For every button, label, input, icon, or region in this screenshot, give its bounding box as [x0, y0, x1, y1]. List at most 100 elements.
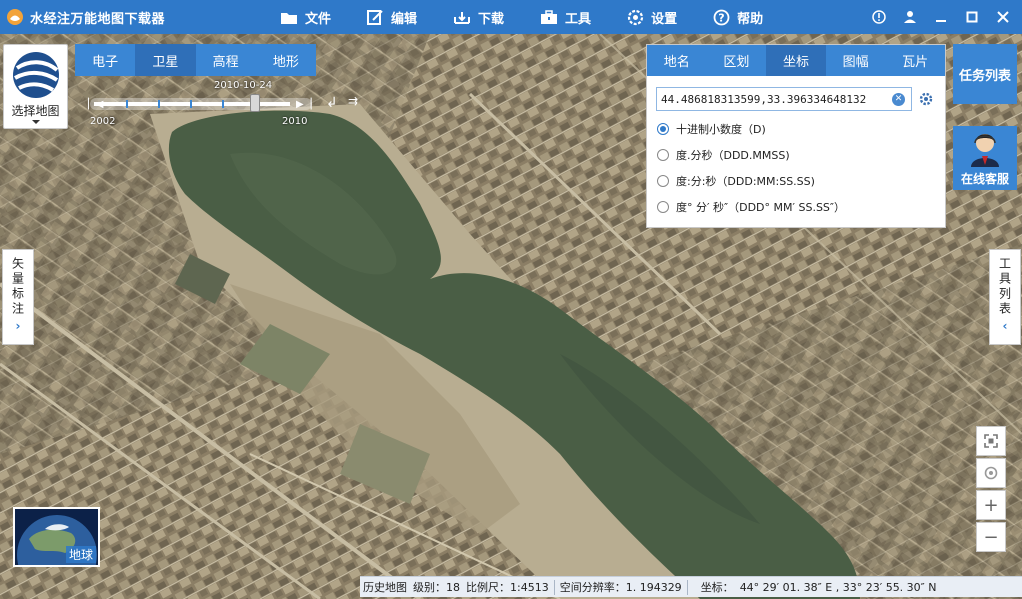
layer-tabs: 电子 卫星 高程 地形 [75, 44, 316, 76]
menu-file[interactable]: 文件 [280, 0, 331, 34]
timeline-end-button[interactable]: ▶▕ [296, 99, 311, 110]
timeline-tick [222, 100, 224, 108]
format-option-colon[interactable]: 度:分:秒（DDD:MM:SS.SS) [647, 168, 945, 194]
plus-icon: + [983, 494, 999, 516]
online-service-button[interactable]: 在线客服 [953, 126, 1017, 190]
radio-icon [657, 201, 669, 213]
map-view[interactable]: 选择地图 电子 卫星 高程 地形 2010-10-24 ▏◀ ▶▕ 2002 2… [0, 34, 1022, 599]
chevron-down-icon [31, 120, 40, 124]
globe-logo-icon [12, 52, 59, 98]
clear-input-icon[interactable]: ✕ [892, 93, 905, 106]
vector-annotation-tab[interactable]: 矢量标注 › [2, 249, 34, 345]
divider [686, 579, 688, 595]
search-panel: 地名 区划 坐标 图幅 瓦片 ✕ 十进制小数度（D) 度.分秒（DDD.MMSS… [646, 44, 946, 228]
gear-icon[interactable] [919, 92, 933, 106]
edit-icon [367, 9, 383, 25]
customer-service-icon [971, 134, 999, 167]
target-icon [984, 466, 998, 480]
tab-tile[interactable]: 瓦片 [885, 45, 945, 76]
zoom-in-button[interactable]: + [976, 490, 1006, 520]
menu-help-label: 帮助 [737, 11, 764, 27]
chevron-left-icon: ‹ [1002, 319, 1008, 333]
search-panel-tabs: 地名 区划 坐标 图幅 瓦片 [647, 45, 945, 76]
fullscreen-button[interactable] [976, 426, 1006, 456]
fullscreen-icon [984, 434, 998, 448]
tab-elevation[interactable]: 高程 [196, 44, 256, 76]
zoom-out-button[interactable]: − [976, 522, 1006, 552]
close-icon [996, 11, 1009, 23]
info-icon [871, 10, 886, 24]
menu-help[interactable]: ? 帮助 [713, 0, 763, 34]
tool-list-tab[interactable]: 工具列表 ‹ [989, 249, 1021, 345]
format-option-ddmmss[interactable]: 度.分秒（DDD.MMSS) [647, 142, 945, 168]
menu-tools[interactable]: 工具 [540, 0, 591, 34]
coordinate-input-row: ✕ [647, 76, 945, 116]
app-title: 水经注万能地图下载器 [30, 11, 166, 27]
earth-label: 地球 [65, 546, 96, 563]
earth-view-button[interactable]: 地球 [13, 507, 100, 567]
coordinate-input[interactable] [656, 87, 912, 111]
format-option-label: 十进制小数度（D) [676, 123, 766, 136]
locate-button[interactable] [976, 458, 1006, 488]
status-scale: 比例尺：1:4513 [466, 581, 549, 594]
timeline-play-icon[interactable]: ↲ [326, 95, 338, 111]
tool-list-label: 工具列表 [997, 257, 1012, 317]
download-icon [454, 11, 471, 24]
help-icon: ? [713, 9, 730, 25]
menu-settings[interactable]: 设置 [627, 0, 677, 34]
info-button[interactable] [863, 0, 894, 34]
radio-icon [657, 149, 669, 161]
format-option-decimal[interactable]: 十进制小数度（D) [647, 116, 945, 142]
user-button[interactable] [894, 0, 925, 34]
status-history: 历史地图 [363, 581, 407, 594]
menu-download-label: 下载 [478, 11, 505, 27]
online-service-label: 在线客服 [960, 172, 1009, 186]
radio-icon [657, 175, 669, 187]
status-coordinates: 44° 29′ 01. 38″ E , 33° 23′ 55. 30″ N [739, 580, 937, 594]
timeline-tick [158, 100, 160, 108]
tab-coordinate[interactable]: 坐标 [766, 45, 826, 76]
tab-sheet[interactable]: 图幅 [826, 45, 886, 76]
menu-edit-label: 编辑 [391, 11, 418, 27]
timeline-tick [126, 100, 128, 108]
format-option-symbol[interactable]: 度° 分′ 秒″（DDD° MM′ SS.SS″） [647, 194, 945, 220]
status-level: 级别：18 [413, 581, 460, 594]
main-menu: 文件 编辑 下载 工具 设置 ? 帮助 [280, 0, 799, 34]
map-source-selector[interactable]: 选择地图 [3, 44, 68, 129]
status-resolution: 空间分辨率：1. 194329 [559, 581, 682, 594]
tab-terrain[interactable]: 地形 [256, 44, 316, 76]
menu-download[interactable]: 下载 [453, 0, 504, 34]
map-source-label: 选择地图 [11, 104, 60, 118]
close-button[interactable] [987, 0, 1018, 34]
vector-annotation-label: 矢量标注 [10, 257, 25, 317]
timeline-more-icon[interactable]: ⇉ [348, 94, 358, 108]
timeline-current-date: 2010-10-24 [214, 80, 273, 91]
timeline-slider-thumb[interactable] [250, 94, 260, 112]
timeline-tick [190, 100, 192, 108]
tab-division[interactable]: 区划 [707, 45, 767, 76]
task-list-button[interactable]: 任务列表 [953, 44, 1017, 104]
minimize-button[interactable] [925, 0, 956, 34]
user-icon [903, 11, 916, 23]
maximize-icon [966, 11, 977, 23]
tab-place-name[interactable]: 地名 [647, 45, 707, 76]
history-timeline: 2010-10-24 ▏◀ ▶▕ 2002 2010 ↲ ⇉ [82, 78, 402, 130]
tab-electronic[interactable]: 电子 [75, 44, 135, 76]
settings-icon [627, 9, 644, 25]
radio-icon [657, 123, 669, 135]
minus-icon: − [983, 526, 999, 548]
chevron-right-icon: › [15, 319, 21, 333]
timeline-bar [94, 102, 290, 106]
status-bar: 历史地图 级别：18 比例尺：1:4513 空间分辨率：1. 194329 坐标… [360, 576, 1022, 597]
maximize-button[interactable] [956, 0, 987, 34]
minimize-icon [935, 20, 946, 22]
window-controls [863, 0, 1018, 34]
format-option-label: 度.分秒（DDD.MMSS) [676, 149, 790, 162]
menu-tools-label: 工具 [565, 11, 592, 27]
tab-satellite[interactable]: 卫星 [135, 44, 196, 76]
menu-edit[interactable]: 编辑 [367, 0, 417, 34]
status-coord-label: 坐标： [700, 581, 734, 594]
format-option-label: 度:分:秒（DDD:MM:SS.SS) [676, 175, 815, 188]
timeline-max-year: 2010 [282, 116, 308, 127]
app-logo-icon [7, 9, 23, 25]
